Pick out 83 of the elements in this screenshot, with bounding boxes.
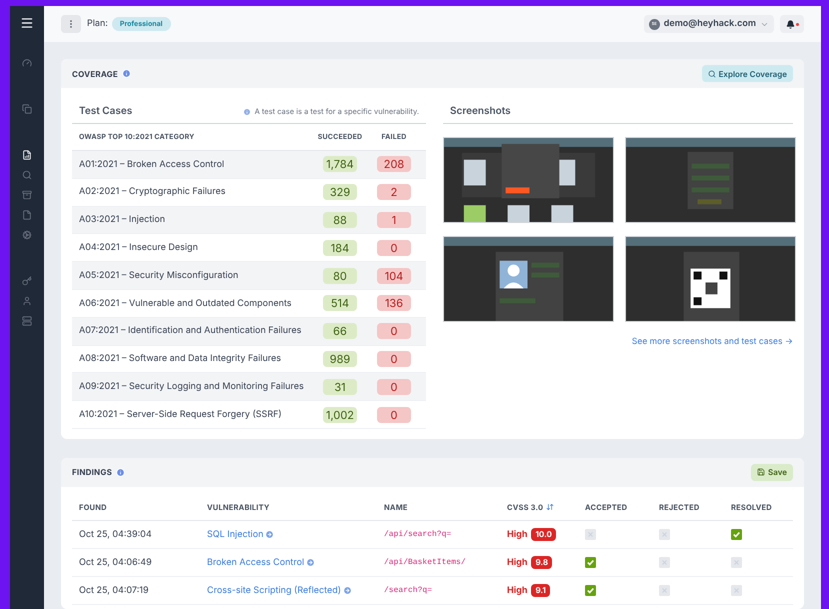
explore-coverage-button[interactable]: Explore Coverage <box>702 65 793 82</box>
count-badge: 80 <box>323 268 357 284</box>
checkbox[interactable] <box>659 584 670 596</box>
found-cell: Oct 25, 04:07:19 <box>79 584 149 596</box>
count-badge: 329 <box>323 184 357 200</box>
archive-icon[interactable] <box>22 190 32 200</box>
count-badge: 514 <box>323 295 357 312</box>
count-badge: 88 <box>323 212 357 228</box>
checkbox[interactable] <box>659 528 670 540</box>
count-badge: 208 <box>377 156 411 172</box>
key-icon[interactable] <box>22 276 32 286</box>
search-icon <box>708 70 716 78</box>
vulnerability-link[interactable]: Cross-site Scripting (Reflected) <box>207 584 342 598</box>
count-badge: 66 <box>323 323 357 340</box>
section-title: FINDINGS <box>72 466 112 478</box>
category-cell-text: A09:2021 – Security Logging and Monitoring Failures <box>79 380 305 394</box>
user-email: demo@heyhack.com <box>664 17 756 31</box>
server-icon[interactable] <box>22 316 32 326</box>
count-badge: 0 <box>377 323 411 340</box>
count-badge: 104 <box>377 268 411 284</box>
severity-label: High <box>507 528 528 542</box>
gear-icon[interactable] <box>22 230 32 240</box>
severity-label: High <box>507 584 528 598</box>
file-icon[interactable] <box>22 210 32 220</box>
section-title: COVERAGE <box>72 68 118 80</box>
score-badge: 9.8 <box>531 556 552 569</box>
category-cell-text: A08:2021 – Software and Data Integrity Failures <box>79 352 282 366</box>
severity-label: High <box>507 556 528 570</box>
count-badge: 1,002 <box>323 406 357 423</box>
category-cell-text: A10:2021 – Server-Side Request Forgery (SSRF) <box>79 408 283 422</box>
category-cell-text: A07:2021 – Identification and Authentication Failures <box>79 324 302 338</box>
count-badge: 989 <box>323 350 357 367</box>
sort-icon[interactable] <box>546 503 554 512</box>
count-badge: 0 <box>377 378 411 395</box>
found-cell: Oct 25, 04:39:04 <box>79 528 152 540</box>
bell-icon <box>786 20 794 28</box>
subsection-title: Screenshots <box>450 104 511 119</box>
menu-icon[interactable] <box>20 16 34 30</box>
category-cell-text: A04:2021 – Insecure Design <box>79 241 199 255</box>
info-icon <box>116 468 126 477</box>
notifications-button[interactable] <box>780 15 804 33</box>
name-cell: /api/BasketItems/ <box>384 558 466 568</box>
category-cell-text: A01:2021 – Broken Access Control <box>79 158 226 172</box>
count-badge: 1,784 <box>323 156 357 172</box>
more-button[interactable] <box>61 15 81 33</box>
category-cell-text: A02:2021 – Cryptographic Failures <box>79 185 226 199</box>
count-badge: 2 <box>377 184 411 200</box>
count-badge: 0 <box>377 406 411 423</box>
more-screenshots-link[interactable]: See more screenshots and test cases → <box>632 336 793 349</box>
checkbox[interactable] <box>731 556 742 568</box>
gauge-icon[interactable] <box>22 58 32 68</box>
name-cell: /search?q= <box>384 586 432 596</box>
checkbox[interactable] <box>731 584 742 596</box>
checkbox[interactable] <box>659 556 670 568</box>
vulnerability-link[interactable]: SQL Injection <box>207 528 264 542</box>
count-badge: 184 <box>323 240 357 256</box>
checkbox[interactable] <box>731 528 742 540</box>
plan-label: Plan: <box>87 17 108 31</box>
name-cell: /api/search?q= <box>384 530 452 540</box>
checkbox[interactable] <box>585 556 596 568</box>
count-badge: 0 <box>377 350 411 367</box>
subsection-title: Test Cases <box>79 104 132 119</box>
search-icon[interactable] <box>22 170 32 180</box>
score-badge: 10.0 <box>531 528 556 541</box>
checkbox[interactable] <box>585 584 596 596</box>
category-cell-text: A05:2021 – Security Misconfiguration <box>79 268 240 282</box>
count-badge: 0 <box>377 240 411 256</box>
report-icon[interactable] <box>22 150 32 160</box>
count-badge: 1 <box>377 212 411 228</box>
category-cell-text: A03:2021 – Injection <box>79 213 166 227</box>
category-cell-text: A06:2021 – Vulnerable and Outdated Components <box>79 296 293 310</box>
copy-icon[interactable] <box>22 104 32 114</box>
user-icon[interactable] <box>22 296 32 306</box>
found-cell: Oct 25, 04:06:49 <box>79 556 152 568</box>
info-icon <box>242 108 251 116</box>
vulnerability-link[interactable]: Broken Access Control <box>207 556 304 570</box>
info-icon <box>122 69 131 78</box>
score-badge: 9.1 <box>531 584 550 597</box>
save-icon <box>757 468 766 476</box>
count-badge: 136 <box>377 295 411 312</box>
count-badge: 31 <box>323 378 357 395</box>
save-button[interactable]: Save <box>751 464 793 481</box>
checkbox[interactable] <box>585 528 596 540</box>
